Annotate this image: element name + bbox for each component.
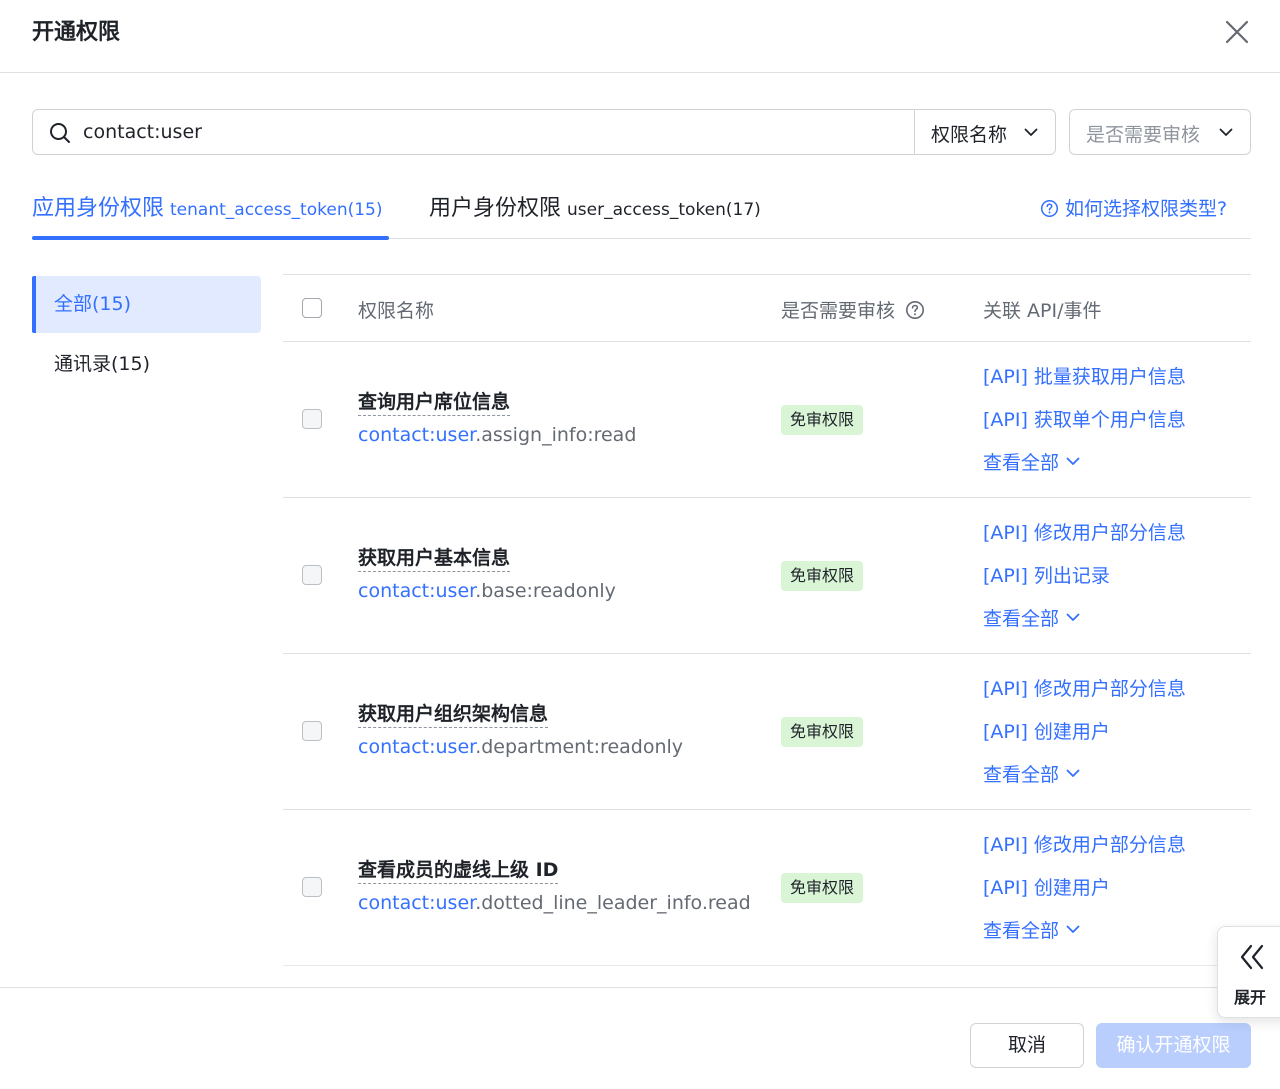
view-all-label: 查看全部 xyxy=(983,608,1060,630)
dialog-header: 开通权限 xyxy=(0,0,1280,73)
double-chevron-left-icon xyxy=(1240,944,1264,970)
permission-code-rest: .dotted_line_leader_info.read xyxy=(475,892,751,914)
tab-active-indicator xyxy=(32,236,389,240)
chevron-down-icon xyxy=(1066,925,1080,933)
permission-name: 查询用户席位信息 xyxy=(358,390,511,416)
review-filter-placeholder: 是否需要审核 xyxy=(1086,124,1201,146)
sidebar-item-all[interactable]: 全部(15) xyxy=(32,276,261,333)
table-row: 获取用户组织架构信息 contact:user.department:reado… xyxy=(283,654,1251,810)
scroll-fade xyxy=(0,955,1280,987)
chevron-down-icon xyxy=(1024,128,1038,136)
api-link[interactable]: [API] 批量获取用户信息 xyxy=(983,362,1186,389)
table-row: 查看成员的虚线上级 ID contact:user.dotted_line_le… xyxy=(283,810,1251,966)
api-link[interactable]: [API] 修改用户部分信息 xyxy=(983,518,1186,545)
view-all-link[interactable]: 查看全部 xyxy=(983,604,1081,631)
expand-label: 展开 xyxy=(1234,988,1267,1007)
expand-panel-button[interactable]: 展开 xyxy=(1217,926,1280,1018)
permission-code-match: contact:user xyxy=(358,580,476,602)
chevron-down-icon xyxy=(1219,128,1233,136)
search-icon xyxy=(50,123,70,143)
tab-user-identity-label: 用户身份权限 xyxy=(429,196,562,221)
help-link-label: 如何选择权限类型? xyxy=(1065,198,1228,220)
permission-code-match: contact:user xyxy=(358,424,476,446)
table-row: 查询用户席位信息 contact:user.assign_info:read 免… xyxy=(283,342,1251,498)
permission-code: contact:user.base:readonly xyxy=(358,578,616,604)
column-header-review-label: 是否需要审核 xyxy=(781,300,896,322)
sidebar-item-contacts[interactable]: 通讯录(15) xyxy=(32,336,261,393)
view-all-label: 查看全部 xyxy=(983,452,1060,474)
api-link[interactable]: [API] 创建用户 xyxy=(983,717,1110,744)
table-row: 获取用户基本信息 contact:user.base:readonly 免审权限… xyxy=(283,498,1251,654)
permission-code-rest: .department:readonly xyxy=(475,736,684,758)
chevron-down-icon xyxy=(1066,457,1080,465)
review-free-badge: 免审权限 xyxy=(781,405,864,435)
api-link[interactable]: [API] 列出记录 xyxy=(983,561,1110,588)
permission-name: 查看成员的虚线上级 ID xyxy=(358,858,559,884)
tab-user-identity[interactable]: 用户身份权限 user_access_token(17) xyxy=(429,190,761,222)
permission-name: 获取用户组织架构信息 xyxy=(358,702,549,728)
chevron-down-icon xyxy=(1066,769,1080,777)
review-free-badge: 免审权限 xyxy=(781,717,864,747)
view-all-label: 查看全部 xyxy=(983,920,1060,942)
question-circle-icon[interactable] xyxy=(905,300,925,320)
tab-app-identity-token: tenant_access_token(15) xyxy=(170,200,383,220)
dialog-footer xyxy=(0,987,1280,1089)
confirm-enable-button[interactable]: 确认开通权限 xyxy=(1096,1023,1251,1068)
field-type-label: 权限名称 xyxy=(931,124,1008,146)
cancel-button[interactable]: 取消 xyxy=(970,1023,1084,1068)
tab-app-identity[interactable]: 应用身份权限 tenant_access_token(15) xyxy=(32,190,383,222)
review-free-badge: 免审权限 xyxy=(781,561,864,591)
close-icon[interactable] xyxy=(1222,17,1252,47)
table-header: 权限名称 是否需要审核 关联 API/事件 xyxy=(283,274,1251,342)
column-header-name: 权限名称 xyxy=(358,300,435,322)
permission-code-match: contact:user xyxy=(358,736,476,758)
question-circle-icon xyxy=(1040,199,1059,218)
select-all-checkbox[interactable] xyxy=(302,298,322,318)
view-all-label: 查看全部 xyxy=(983,764,1060,786)
review-free-badge: 免审权限 xyxy=(781,873,864,903)
column-header-api: 关联 API/事件 xyxy=(983,300,1102,322)
view-all-link[interactable]: 查看全部 xyxy=(983,916,1081,943)
permission-name: 获取用户基本信息 xyxy=(358,546,511,572)
permission-code-rest: .assign_info:read xyxy=(475,424,637,446)
tab-user-identity-token: user_access_token(17) xyxy=(567,200,761,220)
search-box: 权限名称 xyxy=(32,109,1056,155)
row-checkbox[interactable] xyxy=(302,565,322,585)
column-header-review: 是否需要审核 xyxy=(781,296,925,323)
api-link[interactable]: [API] 创建用户 xyxy=(983,873,1110,900)
row-checkbox[interactable] xyxy=(302,409,322,429)
chevron-down-icon xyxy=(1066,613,1080,621)
api-link[interactable]: [API] 获取单个用户信息 xyxy=(983,405,1186,432)
permission-code-rest: .base:readonly xyxy=(475,580,616,602)
help-link[interactable]: 如何选择权限类型? xyxy=(1040,194,1227,221)
permission-code-match: contact:user xyxy=(358,892,476,914)
row-checkbox[interactable] xyxy=(302,877,322,897)
permission-code: contact:user.assign_info:read xyxy=(358,422,636,448)
field-type-select[interactable]: 权限名称 xyxy=(914,110,1055,154)
view-all-link[interactable]: 查看全部 xyxy=(983,760,1081,787)
dialog-title: 开通权限 xyxy=(32,20,121,45)
permission-code: contact:user.dotted_line_leader_info.rea… xyxy=(358,890,751,916)
api-link[interactable]: [API] 修改用户部分信息 xyxy=(983,830,1186,857)
permission-code: contact:user.department:readonly xyxy=(358,734,683,760)
view-all-link[interactable]: 查看全部 xyxy=(983,448,1081,475)
search-input[interactable] xyxy=(83,118,903,146)
tab-app-identity-label: 应用身份权限 xyxy=(32,196,165,221)
api-link[interactable]: [API] 修改用户部分信息 xyxy=(983,674,1186,701)
row-checkbox[interactable] xyxy=(302,721,322,741)
review-filter-select[interactable]: 是否需要审核 xyxy=(1069,109,1251,155)
